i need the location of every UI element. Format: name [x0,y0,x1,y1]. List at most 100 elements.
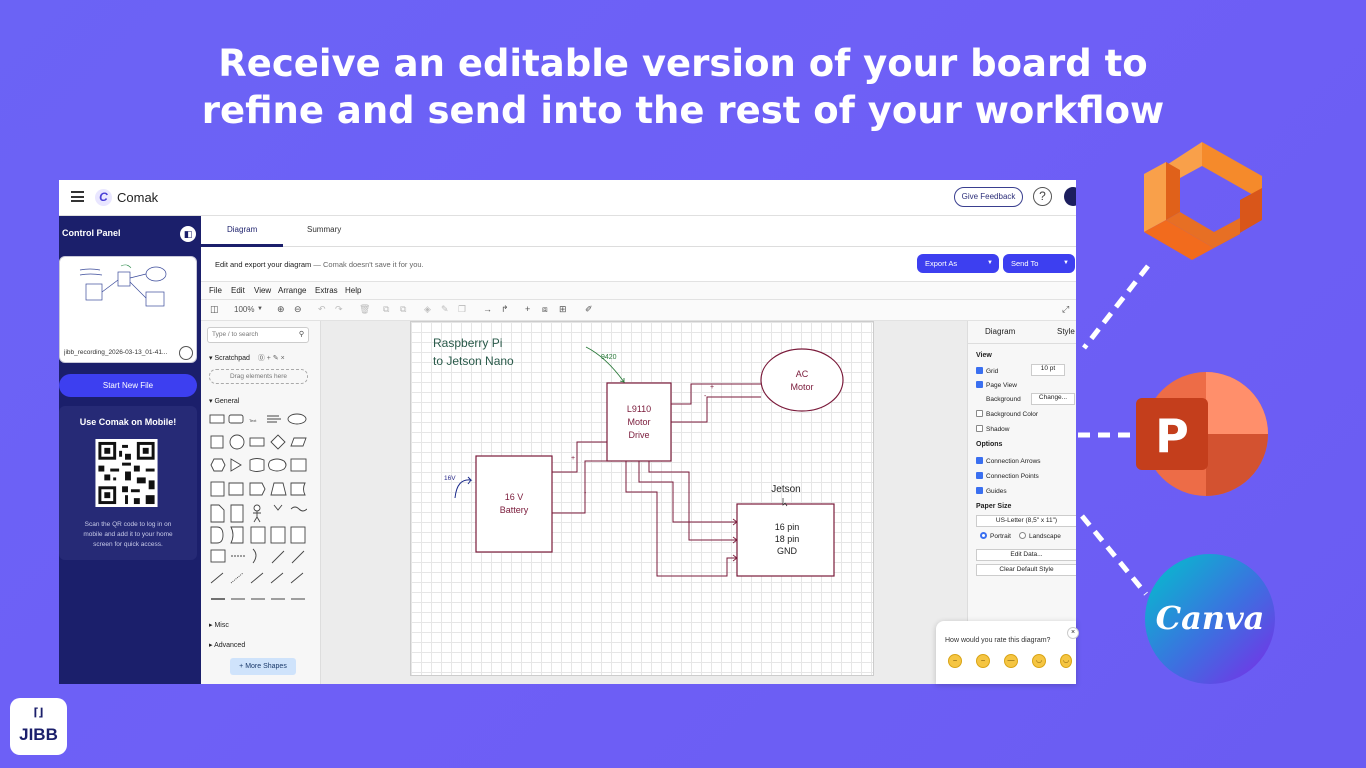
shadow-icon[interactable]: ❐ [458,304,466,315]
connection-points-label: Connection Points [986,473,1039,480]
menu-arrange[interactable]: Arrange [278,286,306,295]
menu-extras[interactable]: Extras [315,286,338,295]
export-as-button[interactable]: Export As ▼ [917,254,999,273]
insert-icon[interactable]: + [525,304,530,314]
diagram-svg[interactable]: Raspberry Pi to Jetson Nano + - + - 16 V… [411,322,875,677]
driver-label-1: L9110 [627,404,651,414]
battery-label-1: 16 V [505,492,524,502]
to-front-icon[interactable]: ⧉ [383,304,389,315]
to-back-icon[interactable]: ⧉ [400,304,406,315]
canva-logo-icon: Canva [1145,554,1275,684]
portrait-radio[interactable]: Portrait [980,532,1011,540]
send-to-button[interactable]: Send To ▼ [1003,254,1075,273]
advanced-header[interactable]: ▸ Advanced [209,641,245,649]
help-icon[interactable]: ? [1033,187,1052,206]
zoom-in-icon[interactable]: ⊕ [277,304,285,315]
grid-size-input[interactable]: 10 pt [1031,364,1065,376]
scratchpad-actions-icon[interactable]: ⓪ + ✎ × [258,355,285,362]
scratchpad-dropzone[interactable]: Drag elements here [209,369,308,384]
tab-summary[interactable]: Summary [307,225,341,234]
mobile-promo-text: Scan the QR code to log in on mobile and… [83,521,173,548]
fill-color-icon[interactable]: ◈ [424,304,431,315]
edit-style-icon[interactable]: ✐ [585,304,593,315]
very-happy-emoji-icon[interactable]: ◡ [1060,654,1072,668]
more-shapes-button[interactable]: + More Shapes [230,658,296,675]
scratchpad-label: Scratchpad [214,355,250,362]
page-view-checkbox[interactable]: Page View [976,381,1017,389]
line-color-icon[interactable]: ✎ [441,304,449,315]
collapse-sidebar-icon[interactable]: ◧ [180,226,196,242]
general-shapes-grid[interactable]: Text [209,411,307,606]
checkbox-icon [976,367,983,374]
zoom-level[interactable]: 100% [234,305,254,314]
start-new-file-button[interactable]: Start New File [59,374,197,397]
neutral-emoji-icon[interactable]: — [1004,654,1018,668]
connector-dashes-middle [1078,432,1134,438]
general-header[interactable]: ▾ General [209,397,239,405]
table-icon[interactable]: ⊞ [559,304,567,315]
give-feedback-button[interactable]: Give Feedback [954,187,1023,207]
guides-label: Guides [986,488,1007,495]
headline-line-2: refine and send into the rest of your wo… [201,89,1165,132]
sad-emoji-icon[interactable]: ⌢ [976,654,990,668]
diagram-page[interactable]: Raspberry Pi to Jetson Nano + - + - 16 V… [410,321,874,676]
connection-points-checkbox[interactable]: Connection Points [976,472,1039,480]
menu-view[interactable]: View [254,286,271,295]
delete-icon[interactable]: 🗑 [359,304,370,315]
general-label: General [214,398,240,405]
format-tab-divider [968,343,1076,344]
angry-emoji-icon[interactable]: ⌢ [948,654,962,668]
chevron-down-icon: ▼ [1063,260,1069,266]
canvas-area[interactable]: Raspberry Pi to Jetson Nano + - + - 16 V… [321,321,967,684]
driver-arrow-icon [585,346,626,383]
toolbar: ◫ 100% ▼ ⊕ ⊖ ↶ ↷ 🗑 ⧉ ⧉ ◈ ✎ ❐ → ↱ + ⧈ ⊞ ✐… [201,299,1076,321]
fullscreen-icon[interactable]: ⤢ [1062,304,1069,315]
clear-default-style-button[interactable]: Clear Default Style [976,564,1076,576]
expand-icon[interactable] [179,346,193,360]
connection-arrows-checkbox[interactable]: Connection Arrows [976,457,1041,465]
redo-icon[interactable]: ↷ [335,304,343,315]
zoom-out-icon[interactable]: ⊖ [294,304,302,315]
jetson-title: Jetson [771,484,800,495]
shape-search-placeholder: Type / to search [212,331,259,338]
format-panel-toggle-icon[interactable]: ◫ [210,304,219,315]
shapes-icon[interactable]: ⧈ [542,304,548,315]
menu-file[interactable]: File [209,286,222,295]
ac-motor-ellipse[interactable] [760,348,844,412]
hamburger-menu-icon[interactable] [71,191,84,202]
advanced-label: Advanced [214,642,246,649]
misc-header[interactable]: ▸ Misc [209,621,229,629]
format-tab-style[interactable]: Style [1057,327,1075,336]
grid-checkbox[interactable]: Grid [976,367,998,375]
paper-size-select[interactable]: US-Letter (8,5" x 11") [976,515,1076,527]
svg-text:Text: Text [249,418,257,423]
menu-help[interactable]: Help [345,286,361,295]
mobile-promo-title: Use Comak on Mobile! [79,417,177,427]
connection-icon[interactable]: → [483,304,492,314]
driver-label-3: Drive [628,430,649,440]
recording-card[interactable]: jibb_recording_2026-03-13_01-41... [59,256,197,363]
edit-data-button[interactable]: Edit Data... [976,549,1076,561]
format-tab-diagram[interactable]: Diagram [985,327,1015,336]
info-main: Edit and export your diagram [215,260,312,269]
undo-icon[interactable]: ↶ [318,304,326,315]
user-avatar-icon[interactable] [1064,187,1076,206]
shadow-checkbox[interactable]: Shadow [976,425,1010,433]
menu-edit[interactable]: Edit [231,286,245,295]
battery-box[interactable] [475,455,553,553]
background-color-checkbox[interactable]: Background Color [976,410,1038,418]
tab-diagram[interactable]: Diagram [227,225,257,234]
diagram-title-line-2: to Jetson Nano [433,354,514,368]
guides-checkbox[interactable]: Guides [976,487,1007,495]
recording-file-name: jibb_recording_2026-03-13_01-41... [64,349,168,356]
chevron-down-icon[interactable]: ▼ [257,306,263,312]
landscape-radio[interactable]: Landscape [1019,532,1061,540]
page-view-label: Page View [986,382,1017,389]
shape-search-input[interactable]: Type / to search ⚲ [207,327,309,343]
change-background-button[interactable]: Change... [1031,393,1075,405]
scratchpad-header[interactable]: ▾ Scratchpad ⓪ + ✎ × [209,353,285,363]
waypoints-icon[interactable]: ↱ [501,304,509,315]
close-icon[interactable]: × [1067,627,1079,639]
checkbox-icon [976,457,983,464]
happy-emoji-icon[interactable]: ◡ [1032,654,1046,668]
